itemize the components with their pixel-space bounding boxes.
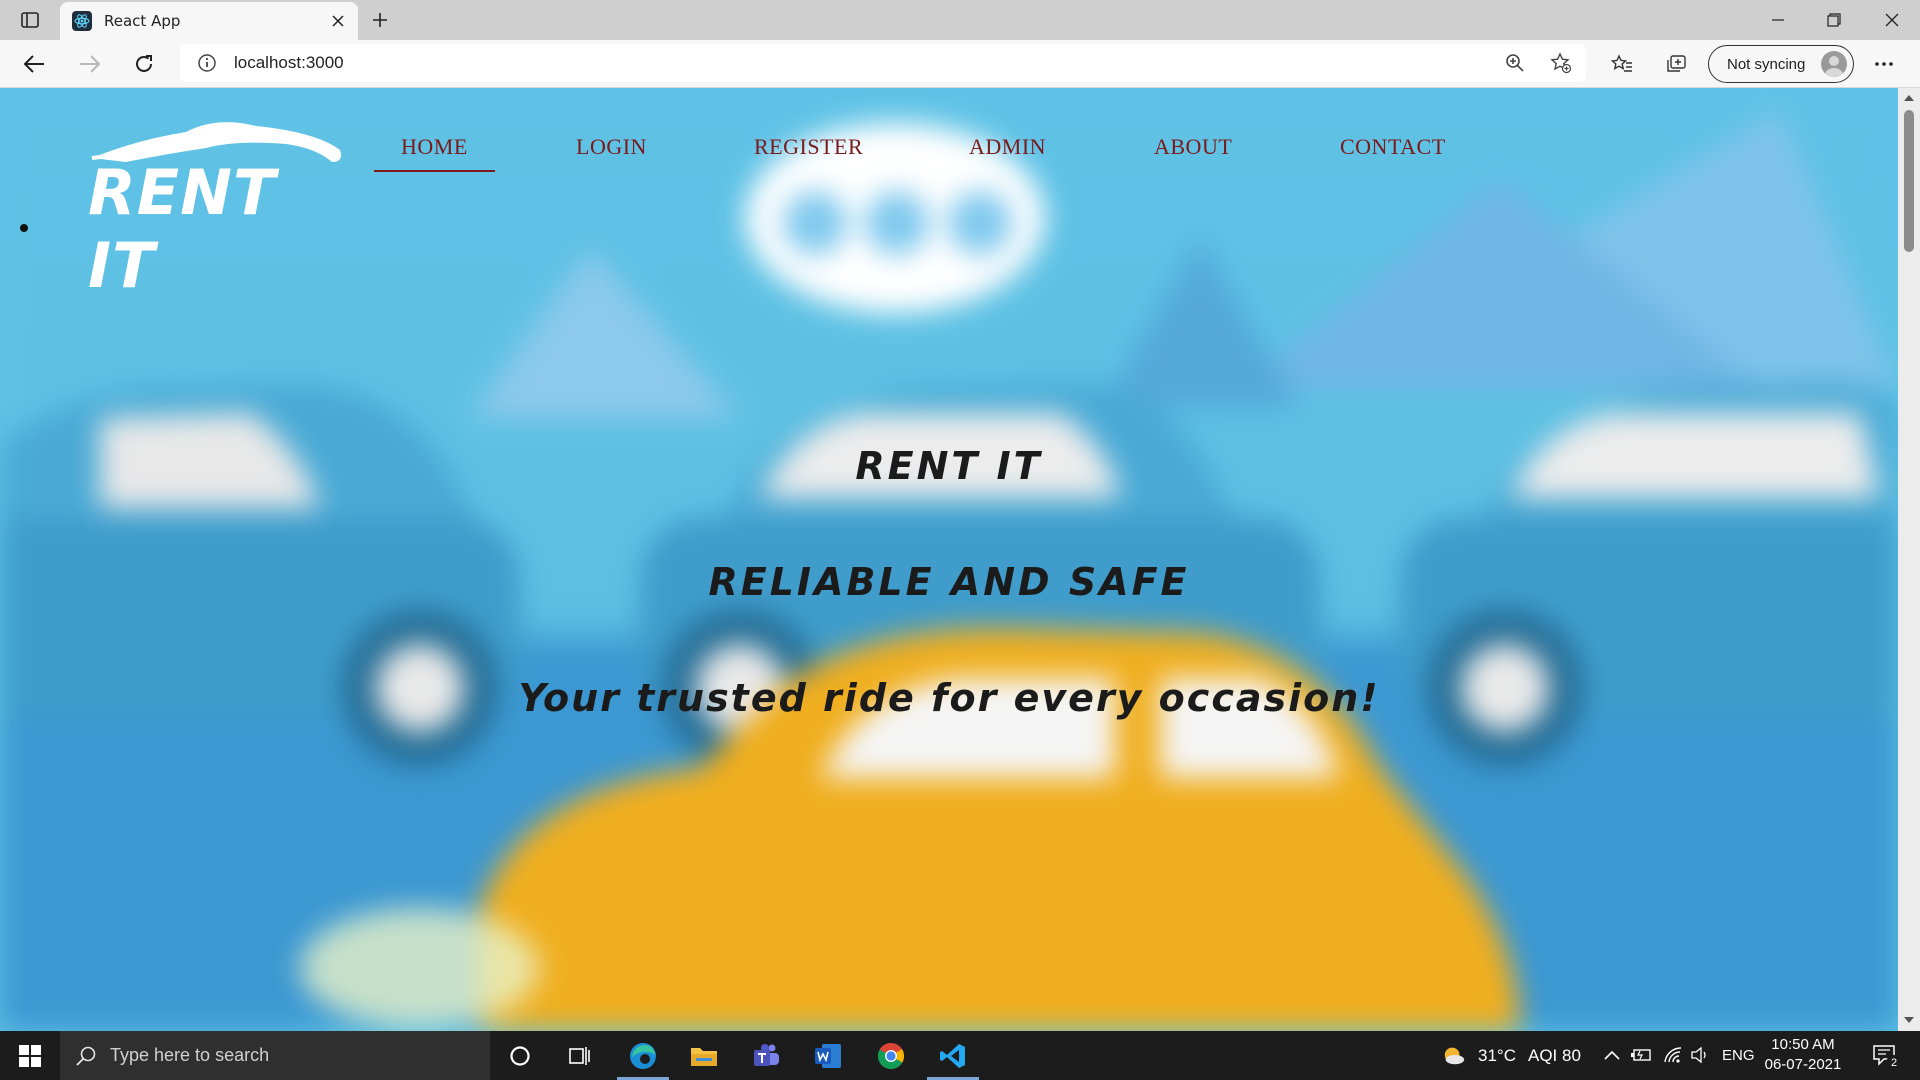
chevron-up-icon[interactable] [1600,1043,1624,1067]
weather-icon[interactable] [1442,1043,1466,1067]
wifi-icon[interactable] [1661,1043,1685,1067]
nav-admin[interactable]: ADMIN [969,134,1046,170]
close-tab-icon[interactable] [324,7,352,35]
favorites-icon[interactable] [1604,48,1640,80]
task-view-icon[interactable] [550,1031,610,1080]
info-icon[interactable] [196,52,218,74]
word-icon[interactable] [798,1031,858,1080]
minimize-icon[interactable] [1750,0,1806,40]
page-scrollbar[interactable] [1898,88,1920,1031]
clock-date: 06-07-2021 [1764,1056,1842,1073]
clock-time: 10:50 AM [1771,1036,1835,1053]
add-favorite-icon[interactable] [1546,48,1576,78]
more-options-icon[interactable] [1866,48,1902,80]
forward-icon[interactable] [72,48,108,80]
chrome-icon[interactable] [861,1031,921,1080]
restore-icon[interactable] [1806,0,1862,40]
avatar [1821,51,1847,77]
notification-count: 2 [1886,1055,1902,1071]
tab-actions-icon[interactable] [16,8,44,32]
rent-it-logo[interactable]: RENT IT [86,118,346,302]
nav-about[interactable]: ABOUT [1154,134,1232,170]
weather-temp[interactable]: 31°C [1478,1031,1516,1080]
scroll-up-icon[interactable] [1903,92,1915,104]
new-tab-icon[interactable] [366,6,394,34]
search-icon [74,1044,98,1068]
cortana-icon[interactable] [490,1031,550,1080]
scroll-down-icon[interactable] [1903,1014,1915,1026]
react-icon [72,11,92,31]
browser-tab[interactable]: React App [60,2,358,40]
tab-title: React App [104,12,181,30]
vscode-icon[interactable] [923,1031,983,1080]
system-clock[interactable]: 10:50 AM 06-07-2021 [1760,1035,1846,1075]
tab-strip: React App [0,0,1920,40]
url-text[interactable]: localhost:3000 [234,53,344,73]
search-placeholder: Type here to search [110,1045,270,1065]
list-bullet [20,224,28,232]
file-explorer-icon[interactable] [674,1031,734,1080]
weather-aqi[interactable]: AQI 80 [1528,1031,1581,1080]
profile-sync-button[interactable]: Not syncing [1708,45,1854,83]
taskbar-search[interactable]: Type here to search [60,1031,490,1080]
language-indicator[interactable]: ENG [1722,1031,1755,1080]
refresh-icon[interactable] [126,48,162,80]
collections-icon[interactable] [1658,48,1694,80]
web-page: RENT IT HOME LOGIN REGISTER ADMIN ABOUT … [0,88,1898,1031]
back-icon[interactable] [16,48,52,80]
browser-toolbar: localhost:3000 Not syncing [0,40,1920,88]
windows-taskbar: Type here to search 31°C AQI 80 ENG 10:5… [0,1031,1920,1080]
battery-icon[interactable] [1629,1043,1653,1067]
nav-home[interactable]: HOME [374,134,495,172]
nav-contact[interactable]: CONTACT [1340,134,1446,170]
hero-tagline: Your trusted ride for every occasion! [518,676,1380,720]
logo-text: RENT IT [88,156,277,302]
teams-icon[interactable] [736,1031,796,1080]
close-window-icon[interactable] [1864,0,1920,40]
hero-title: RENT IT [855,444,1043,488]
zoom-icon[interactable] [1500,48,1530,78]
notification-icon[interactable]: 2 [1868,1043,1902,1071]
volume-icon[interactable] [1688,1043,1712,1067]
nav-register[interactable]: REGISTER [754,134,863,170]
windows-start-icon[interactable] [0,1031,60,1080]
nav-login[interactable]: LOGIN [576,134,647,170]
edge-icon[interactable] [613,1031,673,1080]
scroll-thumb[interactable] [1904,110,1914,252]
address-bar[interactable]: localhost:3000 [180,44,1586,82]
screen: React App localhost:3000 Not syncing REN… [0,0,1920,1080]
hero-subtitle: RELIABLE AND SAFE [708,560,1190,604]
sync-label: Not syncing [1727,55,1806,73]
